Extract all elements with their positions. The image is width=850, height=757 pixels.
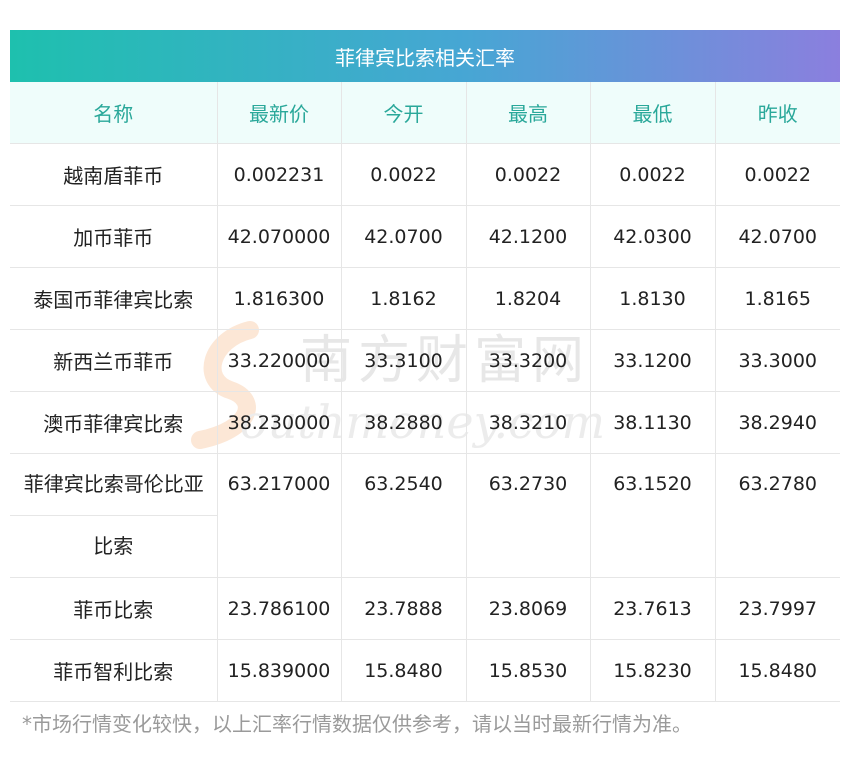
cell-latest: 0.002231 bbox=[217, 143, 342, 206]
cell-low: 15.8230 bbox=[590, 639, 716, 702]
cell-latest: 33.220000 bbox=[217, 329, 342, 392]
cell-prev-close: 1.8165 bbox=[715, 267, 840, 330]
table-row: 澳币菲律宾比索 38.230000 38.2880 38.3210 38.113… bbox=[10, 391, 840, 454]
row-name: 新西兰币菲币 bbox=[10, 329, 218, 392]
cell-open: 15.8480 bbox=[341, 639, 467, 702]
cell-open: 0.0022 bbox=[341, 143, 467, 206]
cell-open: 38.2880 bbox=[341, 391, 467, 454]
cell-latest: 38.230000 bbox=[217, 391, 342, 454]
cell-prev-close: 0.0022 bbox=[715, 143, 840, 206]
cell-open: 33.3100 bbox=[341, 329, 467, 392]
cell-high: 33.3200 bbox=[466, 329, 591, 392]
table-row: 新西兰币菲币 33.220000 33.3100 33.3200 33.1200… bbox=[10, 329, 840, 392]
cell-prev-close: 42.0700 bbox=[715, 205, 840, 268]
rate-table-card: 菲律宾比索相关汇率 名称 最新价 今开 最高 最低 昨收 越南盾菲币 0.002… bbox=[10, 30, 840, 702]
row-name-line1: 菲律宾比索哥伦比亚 bbox=[10, 454, 218, 516]
cell-low: 38.1130 bbox=[590, 391, 716, 454]
row-name: 越南盾菲币 bbox=[10, 143, 218, 206]
cell-prev-close: 38.2940 bbox=[715, 391, 840, 454]
rate-table: 名称 最新价 今开 最高 最低 昨收 越南盾菲币 0.002231 0.0022… bbox=[10, 82, 840, 702]
cell-latest: 15.839000 bbox=[217, 639, 342, 702]
header-low: 最低 bbox=[590, 82, 716, 144]
cell-low: 63.1520 bbox=[590, 453, 716, 578]
disclaimer-note: *市场行情变化较快，以上汇率行情数据仅供参考，请以当时最新行情为准。 bbox=[22, 712, 692, 736]
row-name: 泰国币菲律宾比索 bbox=[10, 267, 218, 330]
cell-high: 15.8530 bbox=[466, 639, 591, 702]
cell-latest: 42.070000 bbox=[217, 205, 342, 268]
row-name: 菲币智利比索 bbox=[10, 639, 218, 702]
header-open: 今开 bbox=[341, 82, 467, 144]
table-row: 菲律宾比索哥伦比亚 比索 63.217000 63.2540 63.2730 6… bbox=[10, 453, 840, 578]
cell-prev-close: 15.8480 bbox=[715, 639, 840, 702]
cell-open: 1.8162 bbox=[341, 267, 467, 330]
cell-low: 0.0022 bbox=[590, 143, 716, 206]
cell-high: 1.8204 bbox=[466, 267, 591, 330]
cell-prev-close: 23.7997 bbox=[715, 577, 840, 640]
cell-prev-close: 33.3000 bbox=[715, 329, 840, 392]
cell-low: 33.1200 bbox=[590, 329, 716, 392]
cell-prev-close: 63.2780 bbox=[715, 453, 840, 578]
table-row: 菲币智利比索 15.839000 15.8480 15.8530 15.8230… bbox=[10, 639, 840, 702]
header-row: 名称 最新价 今开 最高 最低 昨收 bbox=[10, 82, 840, 144]
cell-low: 23.7613 bbox=[590, 577, 716, 640]
cell-open: 42.0700 bbox=[341, 205, 467, 268]
header-name: 名称 bbox=[10, 82, 218, 144]
cell-high: 23.8069 bbox=[466, 577, 591, 640]
cell-open: 23.7888 bbox=[341, 577, 467, 640]
row-name: 加币菲币 bbox=[10, 205, 218, 268]
table-row: 菲币比索 23.786100 23.7888 23.8069 23.7613 2… bbox=[10, 577, 840, 640]
cell-open: 63.2540 bbox=[341, 453, 467, 578]
cell-latest: 63.217000 bbox=[217, 453, 342, 578]
header-high: 最高 bbox=[466, 82, 591, 144]
cell-high: 63.2730 bbox=[466, 453, 591, 578]
header-prev-close: 昨收 bbox=[715, 82, 840, 144]
row-name-line2: 比索 bbox=[93, 534, 134, 558]
cell-low: 42.0300 bbox=[590, 205, 716, 268]
table-row: 越南盾菲币 0.002231 0.0022 0.0022 0.0022 0.00… bbox=[10, 143, 840, 206]
table-title: 菲律宾比索相关汇率 bbox=[10, 30, 840, 82]
cell-high: 42.1200 bbox=[466, 205, 591, 268]
row-name: 菲律宾比索哥伦比亚 比索 bbox=[10, 453, 218, 578]
table-row: 加币菲币 42.070000 42.0700 42.1200 42.0300 4… bbox=[10, 205, 840, 268]
cell-high: 0.0022 bbox=[466, 143, 591, 206]
cell-latest: 23.786100 bbox=[217, 577, 342, 640]
row-name: 菲币比索 bbox=[10, 577, 218, 640]
table-row: 泰国币菲律宾比索 1.816300 1.8162 1.8204 1.8130 1… bbox=[10, 267, 840, 330]
cell-low: 1.8130 bbox=[590, 267, 716, 330]
header-latest: 最新价 bbox=[217, 82, 342, 144]
cell-latest: 1.816300 bbox=[217, 267, 342, 330]
row-name: 澳币菲律宾比索 bbox=[10, 391, 218, 454]
cell-high: 38.3210 bbox=[466, 391, 591, 454]
